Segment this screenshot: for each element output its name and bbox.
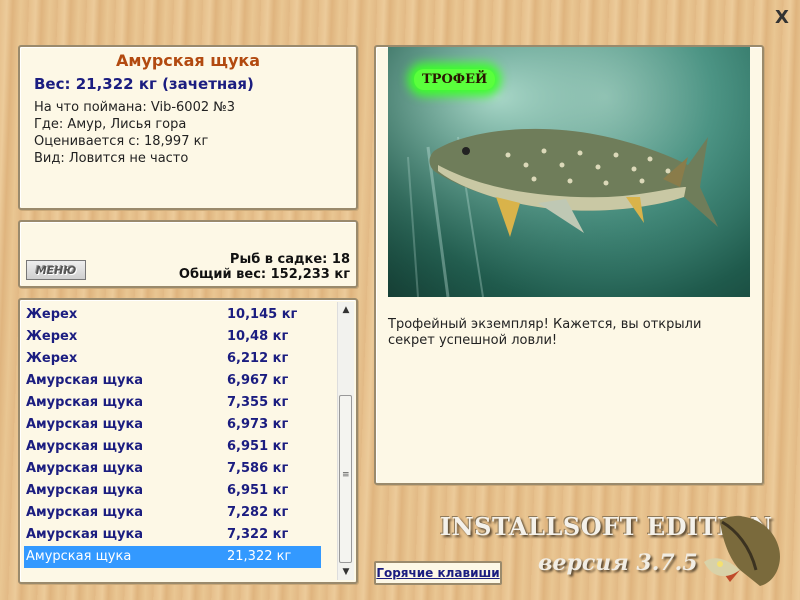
fish-name: Амурская щука [26,417,144,432]
hotkeys-button[interactable]: Горячие клавиши [374,561,502,585]
list-item[interactable]: Амурская щука 6,973 кг [24,414,321,436]
description-panel: ТРОФЕЙ Трофейный экземпляр! Кажется, вы … [374,45,764,485]
fish-weight-value: 6,951 кг [227,483,289,498]
fish-name: Амурская щука [26,483,144,498]
fish-name: Жерех [26,307,78,322]
fish-name: Амурская щука [26,395,144,410]
rated-from-line: Оценивается с: 18,997 кг [34,134,209,149]
bait-line: На что поймана: Vib-6002 №3 [34,100,236,115]
fish-weight-value: 21,322 кг [227,549,292,564]
list-item[interactable]: Амурская щука 7,282 кг [24,502,321,524]
fish-weight-value: 7,282 кг [227,505,289,520]
fish-info-panel: Амурская щука Вес: 21,322 кг (зачетная) … [18,45,358,210]
fish-name: Амурская щука [26,505,144,520]
list-item[interactable]: Амурская щука 6,967 кг [24,370,321,392]
list-item[interactable]: Амурская щука 21,322 кг [24,546,321,568]
fish-weight-value: 7,586 кг [227,461,289,476]
fish-name: Амурская щука [26,549,132,564]
list-item[interactable]: Амурская щука 6,951 кг [24,480,321,502]
fish-weight-value: 6,951 кг [227,439,289,454]
catch-stats-panel: МЕНЮ Рыб в садке: 18 Общий вес: 152,233 … [18,220,358,288]
pike-logo-icon [704,516,780,586]
list-item[interactable]: Амурская щука 7,586 кг [24,458,321,480]
fish-weight: Вес: 21,322 кг (зачетная) [34,75,254,93]
list-item[interactable]: Амурская щука 7,355 кг [24,392,321,414]
trophy-badge: ТРОФЕЙ [414,69,496,90]
list-scrollbar[interactable]: ▲ ≡ ▼ [337,302,354,580]
scroll-up-icon[interactable]: ▲ [338,302,354,318]
fish-weight-value: 6,212 кг [227,351,289,366]
rarity-line: Вид: Ловится не часто [34,151,189,166]
fish-count: Рыб в садке: 18 [229,252,350,267]
scroll-thumb[interactable]: ≡ [339,395,352,563]
fish-name: Амурская щука [26,527,144,542]
close-icon[interactable]: X [772,8,792,28]
fish-photo: ТРОФЕЙ [388,47,750,297]
menu-button[interactable]: МЕНЮ [26,260,86,280]
list-item[interactable]: Амурская щука 6,951 кг [24,436,321,458]
list-item[interactable]: Жерех 10,145 кг [24,304,321,326]
fish-title: Амурская щука [115,51,261,70]
list-item[interactable]: Амурская щука 7,322 кг [24,524,321,546]
fish-weight-value: 7,322 кг [227,527,289,542]
location-line: Где: Амур, Лисья гора [34,117,187,132]
fish-name: Амурская щука [26,439,144,454]
fish-weight-value: 6,967 кг [227,373,289,388]
fish-name: Жерех [26,329,78,344]
catch-list[interactable]: Жерех 10,145 кг Жерех 10,48 кг Жерех 6,212 кг… [18,298,358,584]
fish-name: Амурская щука [26,461,144,476]
scroll-down-icon[interactable]: ▼ [338,564,354,580]
fish-name: Жерех [26,351,78,366]
fish-weight-value: 10,145 кг [227,307,298,322]
fish-name: Амурская щука [26,373,144,388]
list-item[interactable]: Жерех 10,48 кг [24,326,321,348]
total-weight: Общий вес: 152,233 кг [178,267,350,282]
fish-weight-value: 10,48 кг [227,329,289,344]
brand-version: версия 3.7.5 [538,550,698,576]
fish-weight-value: 7,355 кг [227,395,289,410]
description-text: Трофейный экземпляр! Кажется, вы открыли… [388,317,702,348]
list-item[interactable]: Жерех 6,212 кг [24,348,321,370]
fish-weight-value: 6,973 кг [227,417,289,432]
